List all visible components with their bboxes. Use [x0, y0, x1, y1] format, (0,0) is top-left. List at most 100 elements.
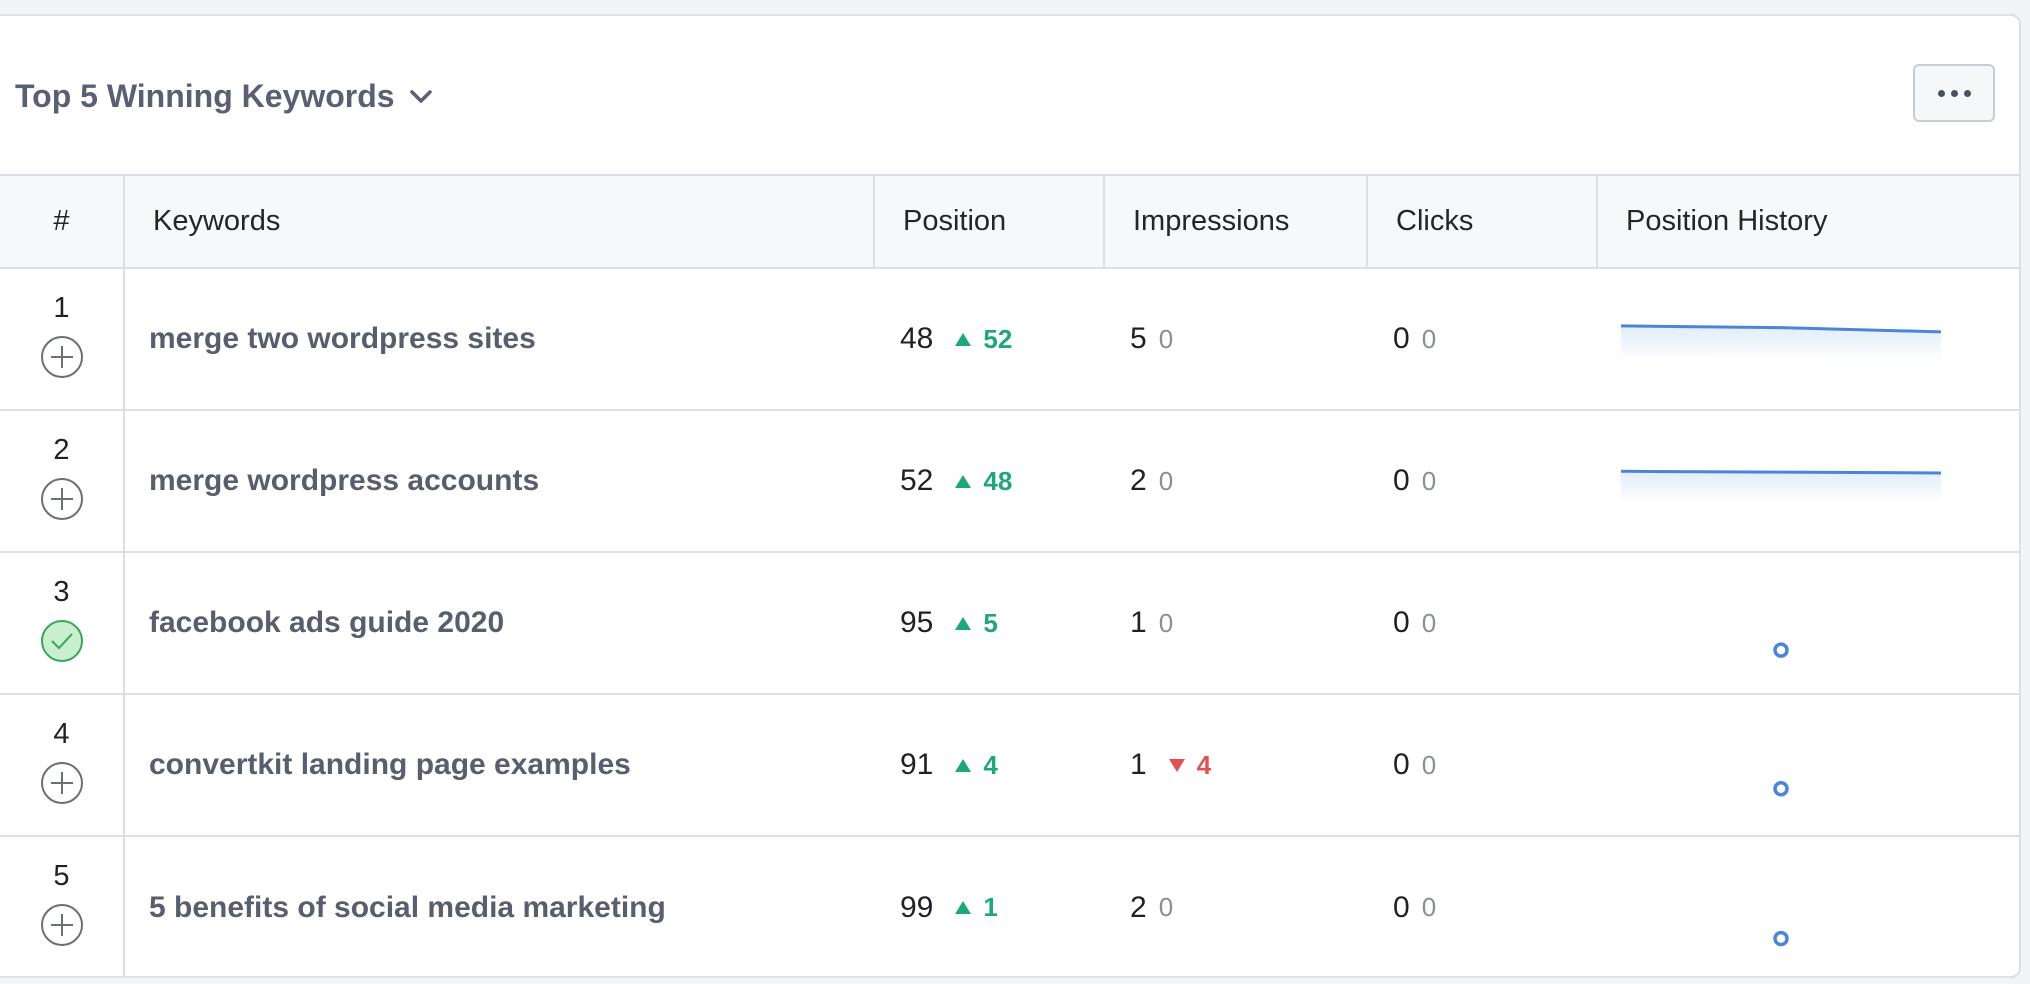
- position-change-up: 48: [955, 466, 1012, 497]
- table-row: 1 merge two wordpress sites 48 52 50 00: [0, 268, 2019, 411]
- more-dots-icon-dot: [1950, 89, 1958, 97]
- impressions-cell: 50: [1104, 268, 1367, 411]
- add-circle-icon[interactable]: [40, 335, 84, 379]
- clicks-value: 0: [1393, 606, 1410, 639]
- clicks-change: 0: [1421, 607, 1437, 638]
- more-options-button[interactable]: [1913, 64, 1995, 122]
- add-circle-icon[interactable]: [40, 903, 84, 947]
- impressions-change: 0: [1158, 892, 1174, 922]
- keyword-text[interactable]: 5 benefits of social media marketing: [149, 891, 666, 924]
- keyword-text[interactable]: facebook ads guide 2020: [149, 606, 504, 639]
- position-history-cell: [1597, 410, 2019, 553]
- impressions-value: 1: [1130, 748, 1147, 781]
- row-index: 4: [53, 717, 70, 750]
- check-circle-icon[interactable]: [40, 619, 84, 663]
- position-history-sparkline: [1773, 780, 1789, 797]
- clicks-change: 0: [1421, 465, 1437, 496]
- add-circle-icon[interactable]: [40, 477, 84, 521]
- keyword-text[interactable]: merge wordpress accounts: [149, 464, 539, 497]
- table-row: 2 merge wordpress accounts 52 48 20 00: [0, 410, 2019, 553]
- sparkline-line: [1621, 469, 1941, 475]
- arrow-up-icon: [955, 332, 972, 346]
- position-value: 52: [900, 464, 934, 497]
- position-history-cell: [1597, 552, 2019, 695]
- keyword-cell: facebook ads guide 2020: [124, 552, 874, 695]
- position-value: 95: [900, 606, 934, 639]
- impressions-change-value: 4: [1196, 749, 1212, 780]
- column-header-index[interactable]: #: [0, 176, 125, 269]
- arrow-up-icon: [955, 901, 972, 914]
- position-history-cell: [1597, 694, 2019, 837]
- position-history-cell: [1597, 836, 2019, 976]
- position-cell: 91 4: [874, 694, 1104, 837]
- position-cell: 48 52: [874, 268, 1104, 411]
- row-index-cell: 3: [0, 552, 125, 695]
- clicks-value: 0: [1393, 748, 1410, 781]
- keywords-table: # Keywords Position Impressions Clicks P…: [0, 176, 2019, 976]
- impressions-cell: 20: [1104, 836, 1367, 976]
- keyword-cell: 5 benefits of social media marketing: [124, 836, 874, 976]
- widget-title: Top 5 Winning Keywords: [15, 78, 395, 114]
- widget-header: Top 5 Winning Keywords: [0, 16, 2019, 176]
- column-header-impressions[interactable]: Impressions: [1104, 176, 1368, 269]
- chevron-down-icon: [409, 89, 433, 105]
- column-header-keywords[interactable]: Keywords: [124, 176, 875, 269]
- table-header-row: # Keywords Position Impressions Clicks P…: [0, 176, 2019, 269]
- widget-title-dropdown[interactable]: Top 5 Winning Keywords: [15, 78, 433, 115]
- clicks-cell: 00: [1367, 836, 1597, 976]
- clicks-cell: 00: [1367, 552, 1597, 695]
- keyword-text[interactable]: convertkit landing page examples: [149, 748, 631, 781]
- sparkline-area: [1621, 471, 1941, 503]
- impressions-change: 0: [1158, 323, 1174, 354]
- more-dots-icon: [1937, 89, 1945, 97]
- clicks-change: 0: [1421, 749, 1437, 780]
- add-circle-icon[interactable]: [40, 761, 84, 805]
- keywords-widget: Top 5 Winning Keywords # Keywords Positi…: [0, 14, 2021, 978]
- impressions-change: 0: [1158, 465, 1174, 496]
- position-value: 48: [900, 322, 934, 355]
- position-change-up: 5: [955, 608, 998, 639]
- impressions-change: 0: [1158, 607, 1174, 638]
- position-cell: 99 1: [874, 836, 1104, 976]
- column-header-clicks[interactable]: Clicks: [1367, 176, 1598, 269]
- position-value: 99: [900, 890, 934, 924]
- column-header-position[interactable]: Position: [874, 176, 1105, 269]
- impressions-cell: 20: [1104, 410, 1367, 553]
- clicks-value: 0: [1393, 464, 1410, 497]
- position-history-sparkline: [1773, 642, 1789, 658]
- position-change-value: 1: [983, 892, 998, 922]
- more-dots-icon-dot: [1963, 89, 1971, 97]
- sparkline-point: [1773, 930, 1789, 946]
- clicks-change: 0: [1421, 892, 1437, 922]
- position-history-cell: [1597, 268, 2019, 411]
- row-index-cell: 1: [0, 268, 125, 411]
- table-row: 5 5 benefits of social media marketing 9…: [0, 836, 2019, 976]
- table-row: 3 facebook ads guide 2020 95 5 10 00: [0, 552, 2019, 695]
- impressions-change-down: 4: [1168, 749, 1212, 781]
- clicks-cell: 00: [1367, 694, 1597, 837]
- impressions-value: 5: [1130, 322, 1147, 355]
- sparkline-point: [1773, 780, 1789, 797]
- position-history-sparkline: [1621, 324, 1941, 362]
- row-index: 1: [53, 291, 70, 324]
- arrow-up-icon: [955, 758, 972, 772]
- row-index: 2: [53, 433, 70, 466]
- column-header-position-history[interactable]: Position History: [1597, 176, 2019, 269]
- position-change-value: 52: [983, 323, 1013, 354]
- keyword-text[interactable]: merge two wordpress sites: [149, 322, 536, 355]
- position-cell: 52 48: [874, 410, 1104, 553]
- keyword-cell: merge two wordpress sites: [124, 268, 874, 411]
- arrow-up-icon: [955, 616, 972, 630]
- row-index: 5: [53, 860, 70, 892]
- position-cell: 95 5: [874, 552, 1104, 695]
- impressions-value: 2: [1130, 464, 1147, 497]
- arrow-up-icon: [955, 474, 972, 488]
- position-change-value: 4: [983, 749, 998, 780]
- position-history-sparkline: [1621, 469, 1941, 503]
- position-value: 91: [900, 748, 934, 781]
- row-index-cell: 2: [0, 410, 125, 553]
- row-index-cell: 4: [0, 694, 125, 837]
- position-change-up: 4: [955, 749, 998, 781]
- row-index-cell: 5: [0, 836, 125, 976]
- clicks-value: 0: [1393, 890, 1410, 924]
